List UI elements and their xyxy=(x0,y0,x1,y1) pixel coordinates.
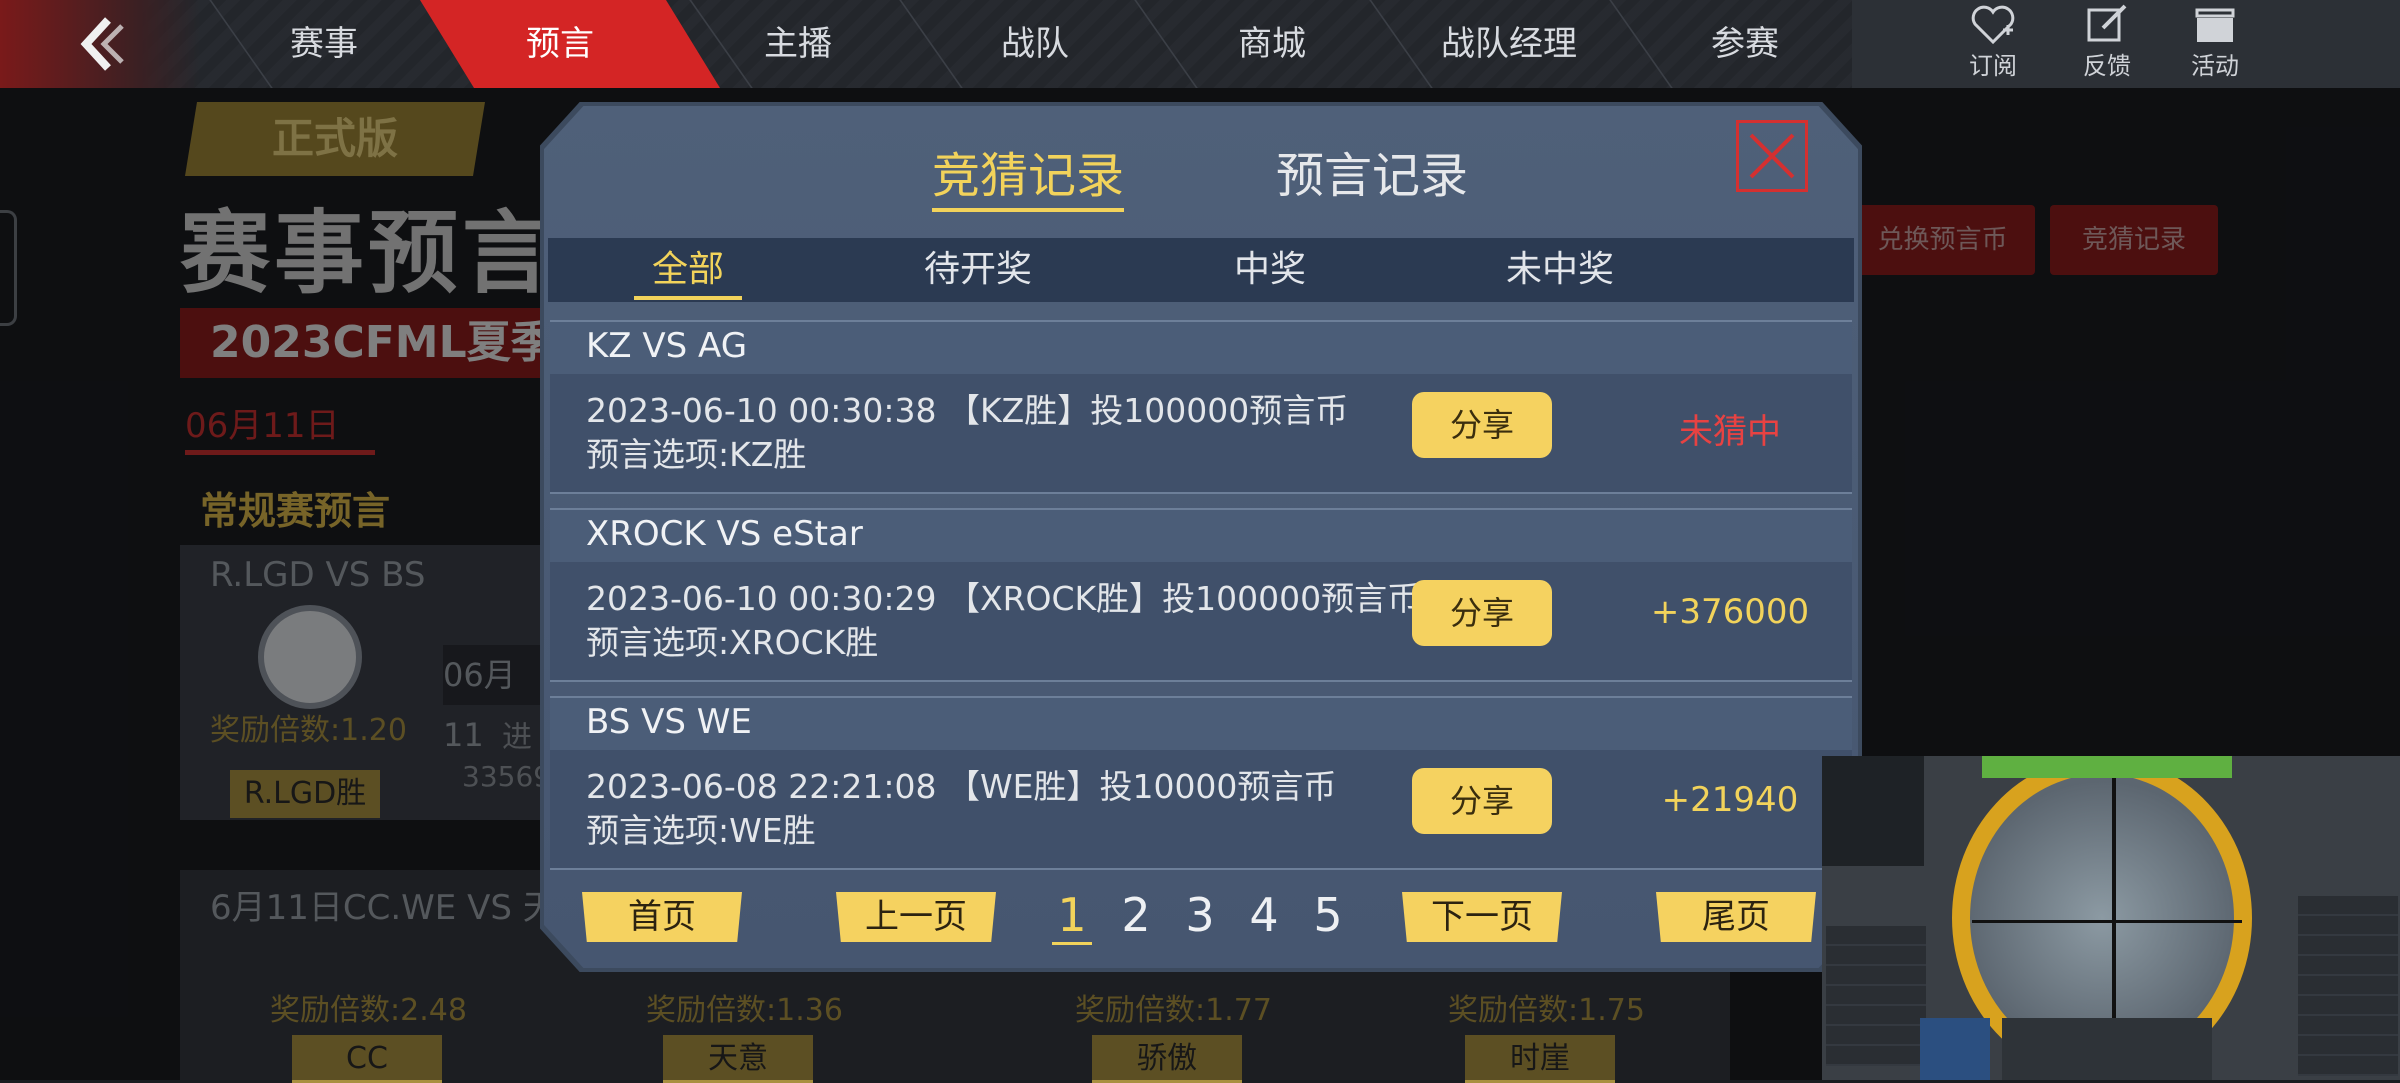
page-number-1[interactable]: 1 xyxy=(1052,888,1092,945)
record-detail: 2023-06-10 00:30:29 【XROCK胜】投100000预言币 xyxy=(586,579,1421,618)
filter-lost[interactable]: 未中奖 xyxy=(1460,238,1660,302)
share-button[interactable]: 分享 xyxy=(1412,580,1552,646)
tab-streamers[interactable]: 主播 xyxy=(718,0,878,88)
share-button[interactable]: 分享 xyxy=(1412,768,1552,834)
clapperboard-icon xyxy=(2195,8,2235,42)
page-number-5[interactable]: 5 xyxy=(1308,888,1348,942)
feedback-button[interactable]: 反馈 xyxy=(2062,0,2152,88)
record-option: 预言选项:KZ胜 xyxy=(586,435,807,474)
tab-teams[interactable]: 战队 xyxy=(955,0,1115,88)
record-header: BS VS WE xyxy=(550,696,1852,752)
filter-active-underline xyxy=(634,296,742,300)
tab-shop[interactable]: 商城 xyxy=(1192,0,1352,88)
record-result: +376000 xyxy=(1650,592,1810,632)
feedback-label: 反馈 xyxy=(2083,52,2131,80)
filter-all[interactable]: 全部 xyxy=(588,238,788,302)
record-result: +21940 xyxy=(1661,780,1799,820)
share-button[interactable]: 分享 xyxy=(1412,392,1552,458)
close-icon xyxy=(1749,133,1795,179)
tab-guess-record[interactable]: 竞猜记录 xyxy=(932,136,1125,212)
activity-button[interactable]: 活动 xyxy=(2170,0,2260,88)
heart-plus-icon xyxy=(1971,5,2015,45)
record-item: BS VS WE 2023-06-08 22:21:08 【WE胜】投10000… xyxy=(550,696,1852,870)
record-detail: 2023-06-10 00:30:38 【KZ胜】投100000预言币 xyxy=(586,391,1349,430)
top-nav: 赛事 预言 主播 战队 商城 战队经理 参赛 订阅 反馈 活动 xyxy=(0,0,2400,88)
video-scoreboard xyxy=(1982,756,2232,778)
filter-pending[interactable]: 待开奖 xyxy=(878,238,1078,302)
record-header: KZ VS AG xyxy=(550,320,1852,376)
record-body: 2023-06-08 22:21:08 【WE胜】投10000预言币 预言选项:… xyxy=(550,750,1852,870)
tab-team-manager[interactable]: 战队经理 xyxy=(1409,0,1609,88)
record-header: XROCK VS eStar xyxy=(550,508,1852,564)
tab-predict-record[interactable]: 预言记录 xyxy=(1276,136,1468,206)
tab-events[interactable]: 赛事 xyxy=(244,0,404,88)
filter-won[interactable]: 中奖 xyxy=(1170,238,1370,302)
video-webcam xyxy=(1920,1018,1990,1080)
video-crosshair xyxy=(1972,920,2242,923)
filter-tabs: 全部 待开奖 中奖 未中奖 xyxy=(548,238,1854,302)
subscribe-button[interactable]: 订阅 xyxy=(1948,0,2038,88)
record-item: KZ VS AG 2023-06-10 00:30:38 【KZ胜】投10000… xyxy=(550,320,1852,494)
edit-icon xyxy=(2087,4,2127,42)
live-video-window[interactable] xyxy=(1822,756,2400,1080)
video-status-bar xyxy=(2002,1018,2212,1080)
next-page-button[interactable]: 下一页 xyxy=(1402,892,1562,942)
video-player-list xyxy=(2298,896,2398,1076)
record-detail: 2023-06-08 22:21:08 【WE胜】投10000预言币 xyxy=(586,767,1337,806)
back-button[interactable] xyxy=(0,0,200,88)
close-button[interactable] xyxy=(1736,120,1808,192)
tab-participate[interactable]: 参赛 xyxy=(1665,0,1825,88)
tab-prediction[interactable]: 预言 xyxy=(480,0,640,88)
record-body: 2023-06-10 00:30:29 【XROCK胜】投100000预言币 预… xyxy=(550,562,1852,682)
record-item: XROCK VS eStar 2023-06-10 00:30:29 【XROC… xyxy=(550,508,1852,682)
page-number-3[interactable]: 3 xyxy=(1180,888,1220,942)
last-page-button[interactable]: 尾页 xyxy=(1656,892,1816,942)
page-number-4[interactable]: 4 xyxy=(1244,888,1284,942)
record-body: 2023-06-10 00:30:38 【KZ胜】投100000预言币 预言选项… xyxy=(550,374,1852,494)
back-arrow-icon xyxy=(80,17,124,71)
prev-page-button[interactable]: 上一页 xyxy=(836,892,996,942)
record-option: 预言选项:XROCK胜 xyxy=(586,623,879,662)
record-option: 预言选项:WE胜 xyxy=(586,811,816,850)
record-match: BS VS WE xyxy=(586,702,752,742)
record-match: KZ VS AG xyxy=(586,326,748,366)
record-match: XROCK VS eStar xyxy=(586,514,863,554)
video-minimap xyxy=(1822,756,1924,866)
page-number-2[interactable]: 2 xyxy=(1116,888,1156,942)
activity-label: 活动 xyxy=(2191,52,2239,80)
first-page-button[interactable]: 首页 xyxy=(582,892,742,942)
video-player-list xyxy=(1826,926,1926,1066)
record-dialog: 竞猜记录 预言记录 全部 待开奖 中奖 未中奖 KZ VS AG 2023-06… xyxy=(540,102,1862,972)
record-result: 未猜中 xyxy=(1679,412,1781,452)
subscribe-label: 订阅 xyxy=(1969,52,2017,80)
